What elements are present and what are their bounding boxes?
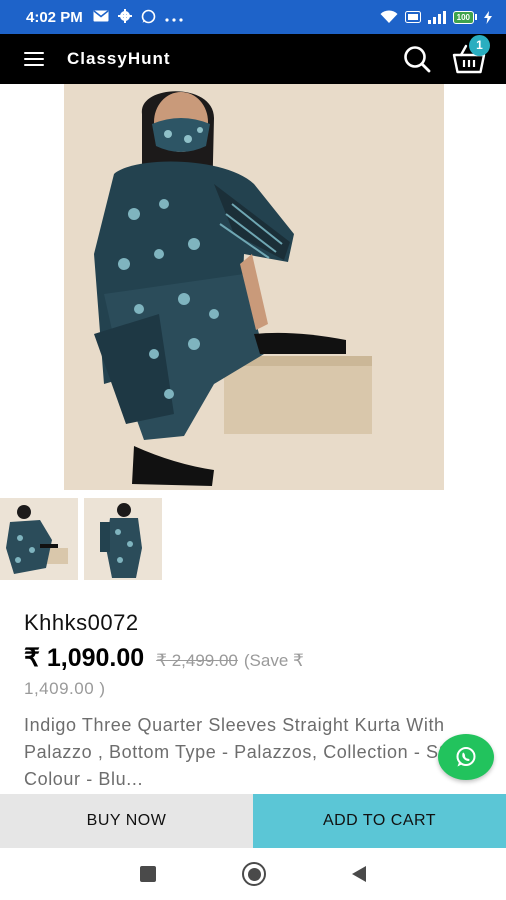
system-nav-bar <box>0 848 506 900</box>
sale-price: ₹ 1,090.00 <box>24 644 145 672</box>
product-code: Khhks0072 <box>24 610 139 635</box>
cart-count-badge: 1 <box>469 35 490 56</box>
search-icon[interactable] <box>402 44 432 74</box>
whatsapp-icon <box>141 9 156 26</box>
back-icon[interactable] <box>352 866 366 882</box>
product-main-image[interactable] <box>64 84 444 490</box>
signal-icon <box>427 10 446 24</box>
status-bar: 4:02 PM 100 <box>0 0 506 34</box>
status-right: 100 <box>380 10 492 24</box>
price-row: ₹ 1,090.00 ₹ 2,499.00 (Save ₹ <box>24 643 494 677</box>
charging-icon <box>484 10 492 24</box>
savings-amount: 1,409.00 ) <box>24 679 106 698</box>
savings-label: (Save ₹ <box>243 651 304 670</box>
buy-now-button[interactable]: BUY NOW <box>0 794 253 848</box>
cart-button[interactable]: 1 <box>452 35 490 75</box>
battery-level: 100 <box>452 10 474 24</box>
home-icon[interactable] <box>242 862 266 886</box>
whatsapp-chat-button[interactable] <box>438 734 494 780</box>
app-bar: ClassyHunt 1 <box>0 34 506 84</box>
battery-icon: 100 <box>452 10 477 24</box>
app-title: ClassyHunt <box>67 49 171 68</box>
original-price: ₹ 2,499.00 <box>156 651 238 670</box>
settings-icon <box>117 9 132 25</box>
more-icon <box>165 11 183 24</box>
product-thumbnail[interactable] <box>84 498 162 580</box>
product-detail-screen: 4:02 PM 100 ClassyHunt 1 Khhks0072 ₹ 1,0… <box>0 0 506 900</box>
product-description: Indigo Three Quarter Sleeves Straight Ku… <box>24 715 483 789</box>
wifi-icon <box>380 10 398 23</box>
whatsapp-icon <box>456 747 476 767</box>
email-icon <box>93 10 109 24</box>
status-time: 4:02 PM <box>26 8 83 26</box>
app-bar-actions: 1 <box>402 35 490 75</box>
recents-icon[interactable] <box>140 866 156 882</box>
product-thumbnail[interactable] <box>0 498 78 580</box>
menu-icon[interactable] <box>24 52 44 66</box>
volte-icon <box>404 11 421 23</box>
add-to-cart-button[interactable]: ADD TO CART <box>253 794 506 848</box>
